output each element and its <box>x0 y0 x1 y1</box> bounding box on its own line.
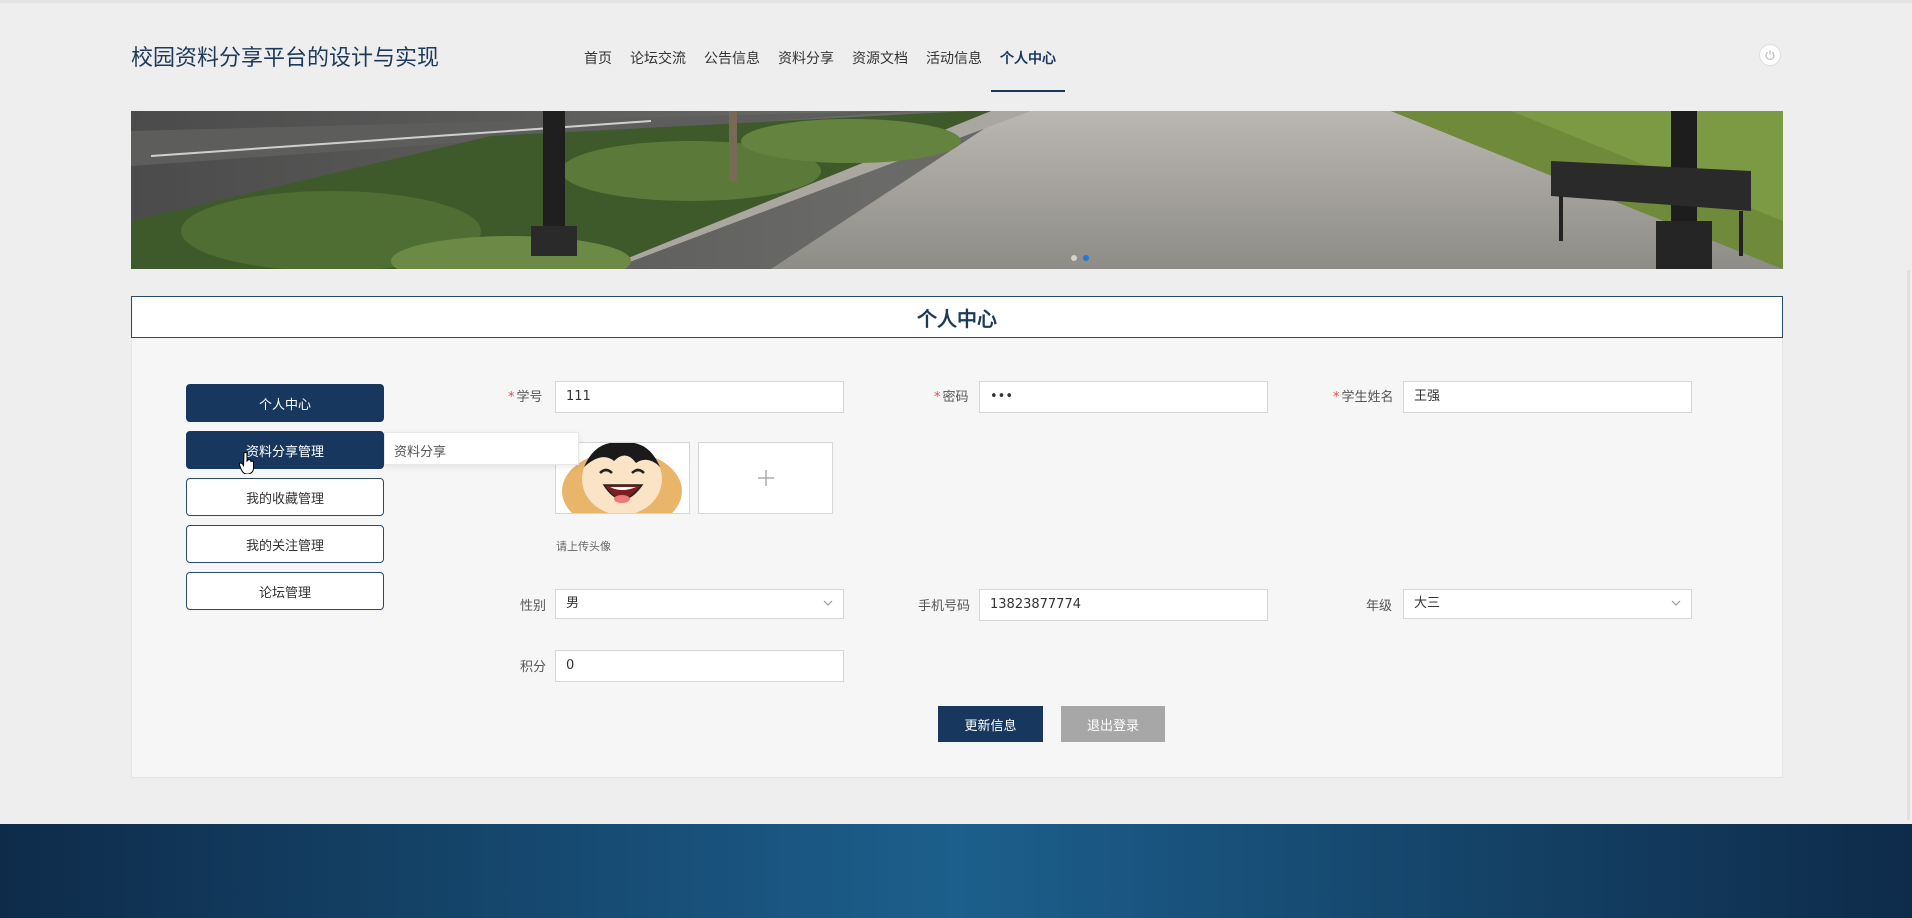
nav-item-home[interactable]: 首页 <box>575 40 621 90</box>
site-title: 校园资料分享平台的设计与实现 <box>131 46 440 71</box>
grade-selected-value: 大三 <box>1414 596 1441 611</box>
grade-select[interactable]: 大三 <box>1403 589 1692 619</box>
avatar-upload-button[interactable] <box>698 442 833 514</box>
student-name-input[interactable]: 王强 <box>1403 381 1692 413</box>
student-name-label: * 学生姓名 <box>1333 390 1394 405</box>
site-footer <box>0 824 1912 918</box>
hand-cursor-icon <box>239 452 254 474</box>
sidebar-item-follows-mgmt[interactable]: 我的关注管理 <box>186 525 384 563</box>
phone-input[interactable]: 13823877774 <box>979 589 1268 621</box>
required-mark: * <box>1333 390 1340 405</box>
scrollbar[interactable] <box>1907 270 1910 820</box>
sidebar-item-material-sharing-mgmt[interactable]: 资料分享管理 <box>186 431 384 469</box>
gender-label: 性别 <box>520 599 547 614</box>
chevron-down-icon <box>823 600 833 606</box>
student-id-input[interactable]: 111 <box>555 381 844 413</box>
points-input[interactable]: 0 <box>555 650 844 682</box>
nav-item-forum[interactable]: 论坛交流 <box>621 40 695 90</box>
required-mark: * <box>934 390 941 405</box>
carousel-dot-2[interactable] <box>1083 255 1089 261</box>
main-nav: 首页 论坛交流 公告信息 资料分享 资源文档 活动信息 个人中心 <box>575 40 1065 92</box>
chevron-down-icon <box>1671 600 1681 606</box>
nav-item-activities[interactable]: 活动信息 <box>917 40 991 90</box>
student-id-label: * 学号 <box>508 390 543 405</box>
carousel-dot-1[interactable] <box>1071 255 1077 261</box>
sidebar-item-personal-center[interactable]: 个人中心 <box>186 384 384 422</box>
sidebar-item-forum-mgmt[interactable]: 论坛管理 <box>186 572 384 610</box>
points-label: 积分 <box>520 660 547 675</box>
power-icon <box>1765 50 1775 60</box>
banner-image <box>131 111 1783 269</box>
gender-selected-value: 男 <box>566 596 580 611</box>
page-title: 个人中心 <box>917 306 997 331</box>
nav-item-personal-center[interactable]: 个人中心 <box>991 40 1065 92</box>
update-info-button[interactable]: 更新信息 <box>938 706 1043 742</box>
nav-item-announcements[interactable]: 公告信息 <box>695 40 769 90</box>
plus-icon <box>757 470 774 486</box>
sidebar-menu: 个人中心 资料分享管理 我的收藏管理 我的关注管理 论坛管理 <box>186 384 384 619</box>
logout-power-button[interactable] <box>1759 44 1781 66</box>
sidebar-item-favorites-mgmt[interactable]: 我的收藏管理 <box>186 478 384 516</box>
banner-carousel[interactable] <box>131 111 1783 269</box>
top-border <box>0 0 1912 3</box>
avatar-upload-hint: 请上传头像 <box>556 540 611 553</box>
password-label: * 密码 <box>934 390 969 405</box>
logout-button[interactable]: 退出登录 <box>1061 706 1165 742</box>
carousel-dots <box>1071 255 1089 261</box>
phone-label: 手机号码 <box>918 599 971 614</box>
required-mark: * <box>508 390 515 405</box>
password-input[interactable]: ••• <box>979 381 1268 413</box>
nav-item-material-sharing[interactable]: 资料分享 <box>769 40 843 90</box>
section-header: 个人中心 <box>131 296 1783 338</box>
grade-label: 年级 <box>1366 599 1393 614</box>
submenu-item-material-sharing[interactable]: 资料分享 <box>384 432 579 465</box>
gender-select[interactable]: 男 <box>555 589 844 619</box>
nav-item-resource-docs[interactable]: 资源文档 <box>843 40 917 90</box>
